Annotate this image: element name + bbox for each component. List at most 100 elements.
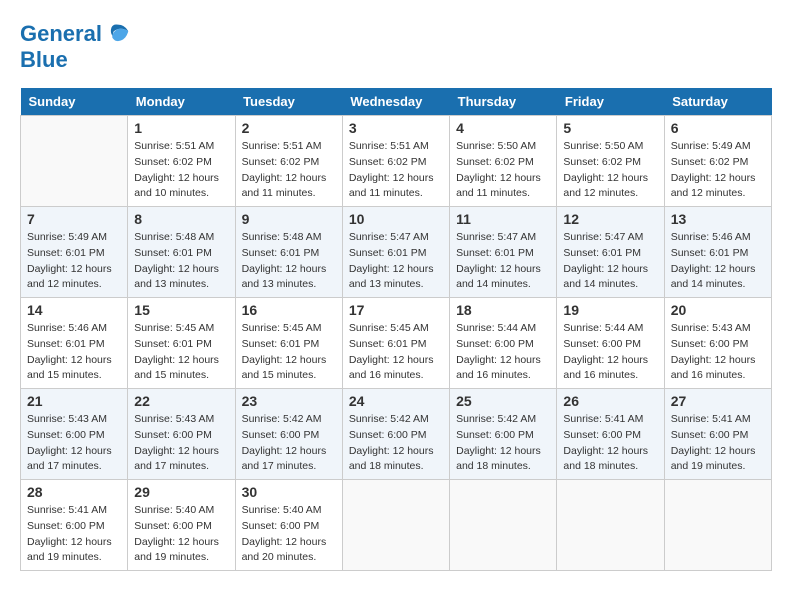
day-info: Sunrise: 5:50 AMSunset: 6:02 PMDaylight:… [456, 139, 550, 202]
day-cell [342, 480, 449, 571]
day-info: Sunrise: 5:48 AMSunset: 6:01 PMDaylight:… [134, 230, 228, 293]
day-cell: 25 Sunrise: 5:42 AMSunset: 6:00 PMDayligh… [450, 389, 557, 480]
day-cell: 26Sunrise: 5:41 AMSunset: 6:00 PMDayligh… [557, 389, 664, 480]
day-number: 27 [671, 393, 765, 409]
day-info: Sunrise: 5:44 AMSunset: 6:00 PMDaylight:… [563, 321, 657, 384]
day-cell: 20Sunrise: 5:43 AMSunset: 6:00 PMDayligh… [664, 298, 771, 389]
day-cell: 15 Sunrise: 5:45 AMSunset: 6:01 PMDayligh… [128, 298, 235, 389]
week-row-2: 7 Sunrise: 5:49 AMSunset: 6:01 PMDaylight… [21, 207, 772, 298]
day-number: 24 [349, 393, 443, 409]
day-cell: 23 Sunrise: 5:42 AMSunset: 6:00 PMDayligh… [235, 389, 342, 480]
day-number: 28 [27, 484, 121, 500]
page-header: General Blue [20, 20, 772, 72]
day-cell: 22 Sunrise: 5:43 AMSunset: 6:00 PMDayligh… [128, 389, 235, 480]
day-info: Sunrise: 5:40 AMSunset: 6:00 PMDaylight:… [134, 503, 228, 566]
day-number: 6 [671, 120, 765, 136]
day-number: 18 [456, 302, 550, 318]
day-number: 10 [349, 211, 443, 227]
weekday-header-thursday: Thursday [450, 88, 557, 116]
day-number: 9 [242, 211, 336, 227]
day-info: Sunrise: 5:43 AMSunset: 6:00 PMDaylight:… [134, 412, 228, 475]
day-cell: 4 Sunrise: 5:50 AMSunset: 6:02 PMDaylight… [450, 116, 557, 207]
day-number: 19 [563, 302, 657, 318]
logo: General Blue [20, 20, 132, 72]
day-cell: 5 Sunrise: 5:50 AMSunset: 6:02 PMDaylight… [557, 116, 664, 207]
day-cell: 13 Sunrise: 5:46 AMSunset: 6:01 PMDayligh… [664, 207, 771, 298]
weekday-header-sunday: Sunday [21, 88, 128, 116]
day-number: 13 [671, 211, 765, 227]
day-info: Sunrise: 5:41 AMSunset: 6:00 PMDaylight:… [27, 503, 121, 566]
calendar-table: SundayMondayTuesdayWednesdayThursdayFrid… [20, 88, 772, 571]
day-number: 12 [563, 211, 657, 227]
day-info: Sunrise: 5:51 AMSunset: 6:02 PMDaylight:… [349, 139, 443, 202]
day-number: 11 [456, 211, 550, 227]
day-info: Sunrise: 5:51 AMSunset: 6:02 PMDaylight:… [134, 139, 228, 202]
day-cell: 2Sunrise: 5:51 AMSunset: 6:02 PMDaylight… [235, 116, 342, 207]
day-number: 15 [134, 302, 228, 318]
day-number: 2 [242, 120, 336, 136]
day-info: Sunrise: 5:41 AMSunset: 6:00 PMDaylight:… [671, 412, 765, 475]
day-number: 14 [27, 302, 121, 318]
day-number: 3 [349, 120, 443, 136]
day-info: Sunrise: 5:50 AMSunset: 6:02 PMDaylight:… [563, 139, 657, 202]
logo-text: General [20, 22, 102, 46]
day-cell: 9 Sunrise: 5:48 AMSunset: 6:01 PMDaylight… [235, 207, 342, 298]
day-number: 8 [134, 211, 228, 227]
day-number: 5 [563, 120, 657, 136]
day-number: 16 [242, 302, 336, 318]
day-cell: 7 Sunrise: 5:49 AMSunset: 6:01 PMDaylight… [21, 207, 128, 298]
day-number: 29 [134, 484, 228, 500]
day-cell: 29 Sunrise: 5:40 AMSunset: 6:00 PMDayligh… [128, 480, 235, 571]
day-number: 23 [242, 393, 336, 409]
day-info: Sunrise: 5:47 AMSunset: 6:01 PMDaylight:… [349, 230, 443, 293]
day-cell [557, 480, 664, 571]
day-number: 22 [134, 393, 228, 409]
day-info: Sunrise: 5:47 AMSunset: 6:01 PMDaylight:… [563, 230, 657, 293]
week-row-5: 28 Sunrise: 5:41 AMSunset: 6:00 PMDayligh… [21, 480, 772, 571]
day-info: Sunrise: 5:45 AMSunset: 6:01 PMDaylight:… [242, 321, 336, 384]
day-info: Sunrise: 5:42 AMSunset: 6:00 PMDaylight:… [349, 412, 443, 475]
day-cell: 21 Sunrise: 5:43 AMSunset: 6:00 PMDayligh… [21, 389, 128, 480]
logo-blue-text: Blue [20, 48, 132, 72]
day-cell [450, 480, 557, 571]
day-info: Sunrise: 5:49 AMSunset: 6:02 PMDaylight:… [671, 139, 765, 202]
day-number: 4 [456, 120, 550, 136]
day-info: Sunrise: 5:47 AMSunset: 6:01 PMDaylight:… [456, 230, 550, 293]
day-info: Sunrise: 5:43 AMSunset: 6:00 PMDaylight:… [27, 412, 121, 475]
week-row-4: 21 Sunrise: 5:43 AMSunset: 6:00 PMDayligh… [21, 389, 772, 480]
weekday-header-friday: Friday [557, 88, 664, 116]
day-info: Sunrise: 5:45 AMSunset: 6:01 PMDaylight:… [349, 321, 443, 384]
day-cell: 19 Sunrise: 5:44 AMSunset: 6:00 PMDayligh… [557, 298, 664, 389]
week-row-1: 1Sunrise: 5:51 AMSunset: 6:02 PMDaylight… [21, 116, 772, 207]
day-info: Sunrise: 5:40 AMSunset: 6:00 PMDaylight:… [242, 503, 336, 566]
day-cell [664, 480, 771, 571]
day-cell: 16 Sunrise: 5:45 AMSunset: 6:01 PMDayligh… [235, 298, 342, 389]
day-cell: 30Sunrise: 5:40 AMSunset: 6:00 PMDayligh… [235, 480, 342, 571]
weekday-header-tuesday: Tuesday [235, 88, 342, 116]
day-info: Sunrise: 5:43 AMSunset: 6:00 PMDaylight:… [671, 321, 765, 384]
day-info: Sunrise: 5:48 AMSunset: 6:01 PMDaylight:… [242, 230, 336, 293]
week-row-3: 14 Sunrise: 5:46 AMSunset: 6:01 PMDayligh… [21, 298, 772, 389]
weekday-header-wednesday: Wednesday [342, 88, 449, 116]
day-cell: 27 Sunrise: 5:41 AMSunset: 6:00 PMDayligh… [664, 389, 771, 480]
day-info: Sunrise: 5:42 AMSunset: 6:00 PMDaylight:… [456, 412, 550, 475]
day-info: Sunrise: 5:46 AMSunset: 6:01 PMDaylight:… [27, 321, 121, 384]
day-number: 25 [456, 393, 550, 409]
day-cell: 11 Sunrise: 5:47 AMSunset: 6:01 PMDayligh… [450, 207, 557, 298]
day-number: 17 [349, 302, 443, 318]
day-cell: 10 Sunrise: 5:47 AMSunset: 6:01 PMDayligh… [342, 207, 449, 298]
day-cell: 24 Sunrise: 5:42 AMSunset: 6:00 PMDayligh… [342, 389, 449, 480]
weekday-header-saturday: Saturday [664, 88, 771, 116]
day-info: Sunrise: 5:45 AMSunset: 6:01 PMDaylight:… [134, 321, 228, 384]
day-info: Sunrise: 5:42 AMSunset: 6:00 PMDaylight:… [242, 412, 336, 475]
day-number: 21 [27, 393, 121, 409]
day-info: Sunrise: 5:46 AMSunset: 6:01 PMDaylight:… [671, 230, 765, 293]
day-cell: 14 Sunrise: 5:46 AMSunset: 6:01 PMDayligh… [21, 298, 128, 389]
day-cell: 12 Sunrise: 5:47 AMSunset: 6:01 PMDayligh… [557, 207, 664, 298]
day-cell: 8 Sunrise: 5:48 AMSunset: 6:01 PMDaylight… [128, 207, 235, 298]
day-cell: 28 Sunrise: 5:41 AMSunset: 6:00 PMDayligh… [21, 480, 128, 571]
logo-icon [104, 20, 132, 48]
day-info: Sunrise: 5:49 AMSunset: 6:01 PMDaylight:… [27, 230, 121, 293]
day-number: 7 [27, 211, 121, 227]
day-info: Sunrise: 5:41 AMSunset: 6:00 PMDaylight:… [563, 412, 657, 475]
